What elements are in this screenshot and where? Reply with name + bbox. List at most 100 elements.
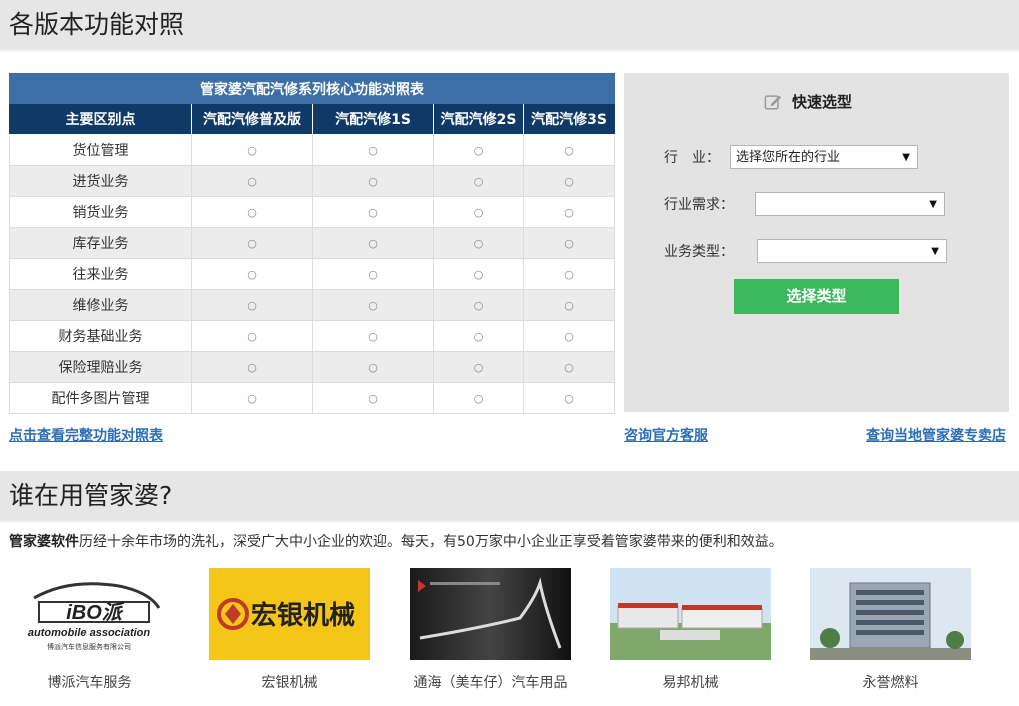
circle-icon: ○ — [368, 268, 378, 281]
logo-text: iBO派 — [66, 601, 125, 624]
feature-support-cell: ○ — [433, 134, 524, 166]
circle-icon: ○ — [368, 144, 378, 157]
local-store-link[interactable]: 查询当地管家婆专卖店 — [866, 425, 1006, 445]
client-name: 通海（美车仔）汽车用品 — [413, 675, 568, 691]
feature-support-cell: ○ — [191, 196, 313, 228]
circle-icon: ○ — [247, 392, 257, 405]
client-card[interactable]: 易邦机械 — [610, 568, 771, 692]
circle-icon: ○ — [473, 206, 484, 219]
circle-icon: ○ — [564, 237, 574, 250]
industry-select-value: 选择您所在的行业 — [736, 150, 841, 165]
feature-name-cell: 配件多图片管理 — [9, 382, 192, 414]
circle-icon: ○ — [368, 175, 378, 188]
quick-select-title: 快速选型 — [764, 91, 852, 112]
industry-row: 行 业： 选择您所在的行业 ▼ — [664, 145, 918, 169]
feature-support-cell: ○ — [191, 320, 313, 352]
circle-icon: ○ — [247, 330, 257, 343]
intro-text: 管家婆软件历经十余年市场的洗礼，深受广大中小企业的欢迎。每天，有50万家中小企业… — [9, 531, 783, 551]
chevron-down-icon: ▼ — [902, 152, 910, 163]
circle-icon: ○ — [368, 361, 378, 374]
industry-select[interactable]: 选择您所在的行业 ▼ — [730, 145, 918, 169]
feature-support-cell: ○ — [523, 382, 615, 414]
client-card[interactable]: 宏银机械 宏银机械 — [209, 568, 370, 692]
logo-subtext: automobile association — [28, 627, 151, 639]
circle-icon: ○ — [564, 299, 574, 312]
feature-name-cell: 往来业务 — [9, 258, 192, 290]
circle-icon: ○ — [247, 268, 257, 281]
feature-support-cell: ○ — [433, 382, 524, 414]
client-logo-bopai: iBO派 automobile association 博派汽车信息服务有限公司 — [9, 568, 170, 660]
feature-name-cell: 货位管理 — [9, 134, 192, 166]
feature-support-cell: ○ — [433, 165, 524, 197]
table-header-cell: 汽配汽修2S — [433, 103, 524, 135]
full-table-link[interactable]: 点击查看完整功能对照表 — [9, 425, 163, 445]
client-name: 宏银机械 — [261, 675, 318, 691]
client-card[interactable]: 通海（美车仔）汽车用品 — [410, 568, 571, 692]
customer-service-link[interactable]: 咨询官方客服 — [624, 425, 708, 445]
chevron-down-icon: ▼ — [931, 246, 939, 257]
client-card[interactable]: 永誉燃料 — [810, 568, 971, 692]
table-row: 进货业务 ○ ○ ○ ○ — [9, 165, 615, 197]
table-header-cell: 汽配汽修普及版 — [191, 103, 313, 135]
feature-support-cell: ○ — [191, 382, 313, 414]
feature-name-cell: 库存业务 — [9, 227, 192, 259]
quick-select-title-text: 快速选型 — [792, 93, 853, 111]
section-title: 各版本功能对照 — [9, 10, 185, 39]
biz-type-select[interactable]: ▼ — [757, 239, 947, 263]
feature-support-cell: ○ — [312, 134, 434, 166]
circle-icon: ○ — [247, 361, 257, 374]
feature-support-cell: ○ — [433, 351, 524, 383]
feature-name-cell: 进货业务 — [9, 165, 192, 197]
feature-support-cell: ○ — [312, 196, 434, 228]
client-card[interactable]: iBO派 automobile association 博派汽车信息服务有限公司… — [9, 568, 170, 692]
feature-support-cell: ○ — [523, 351, 615, 383]
client-photo-yongyu — [810, 568, 971, 660]
biz-type-row: 业务类型： ▼ — [664, 239, 947, 263]
client-logo-tonghai — [410, 568, 571, 660]
need-select[interactable]: ▼ — [755, 192, 945, 216]
table-row: 往来业务 ○ ○ ○ ○ — [9, 258, 615, 290]
feature-support-cell: ○ — [191, 258, 313, 290]
feature-support-cell: ○ — [523, 320, 615, 352]
table-header-cell: 主要区别点 — [9, 103, 192, 135]
feature-support-cell: ○ — [433, 227, 524, 259]
feature-support-cell: ○ — [523, 134, 615, 166]
circle-icon: ○ — [368, 299, 378, 312]
feature-support-cell: ○ — [312, 320, 434, 352]
circle-icon: ○ — [473, 237, 484, 250]
feature-support-cell: ○ — [191, 134, 313, 166]
circle-icon: ○ — [564, 144, 574, 157]
choose-type-button[interactable]: 选择类型 — [734, 279, 899, 314]
feature-support-cell: ○ — [523, 227, 615, 259]
circle-icon: ○ — [473, 330, 484, 343]
feature-support-cell: ○ — [523, 258, 615, 290]
client-name: 博派汽车服务 — [47, 675, 132, 691]
table-header-cell: 汽配汽修1S — [312, 103, 434, 135]
circle-icon: ○ — [368, 206, 378, 219]
intro-body: 历经十余年市场的洗礼，深受广大中小企业的欢迎。每天，有50万家中小企业正享受着管… — [79, 534, 783, 550]
feature-support-cell: ○ — [191, 289, 313, 321]
circle-icon: ○ — [564, 175, 574, 188]
circle-icon: ○ — [473, 392, 484, 405]
feature-support-cell: ○ — [191, 227, 313, 259]
table-row: 货位管理 ○ ○ ○ ○ — [9, 134, 615, 166]
circle-icon: ○ — [473, 361, 484, 374]
brand-name: 管家婆软件 — [9, 534, 79, 550]
chevron-down-icon: ▼ — [929, 199, 937, 210]
section-header-versions: 各版本功能对照 — [0, 0, 1019, 52]
circle-icon: ○ — [564, 206, 574, 219]
circle-icon: ○ — [368, 330, 378, 343]
feature-support-cell: ○ — [433, 320, 524, 352]
feature-support-cell: ○ — [523, 196, 615, 228]
client-photo-yibang — [610, 568, 771, 660]
feature-support-cell: ○ — [312, 351, 434, 383]
feature-name-cell: 销货业务 — [9, 196, 192, 228]
feature-support-cell: ○ — [312, 165, 434, 197]
section-title: 谁在用管家婆? — [9, 481, 173, 510]
circle-icon: ○ — [564, 392, 574, 405]
need-label: 行业需求： — [664, 197, 734, 213]
circle-icon: ○ — [247, 144, 257, 157]
quick-select-panel: 快速选型 行 业： 选择您所在的行业 ▼ 行业需求： ▼ 业务类型： ▼ 选择类… — [624, 73, 1009, 412]
circle-icon: ○ — [368, 392, 378, 405]
circle-icon: ○ — [473, 144, 484, 157]
